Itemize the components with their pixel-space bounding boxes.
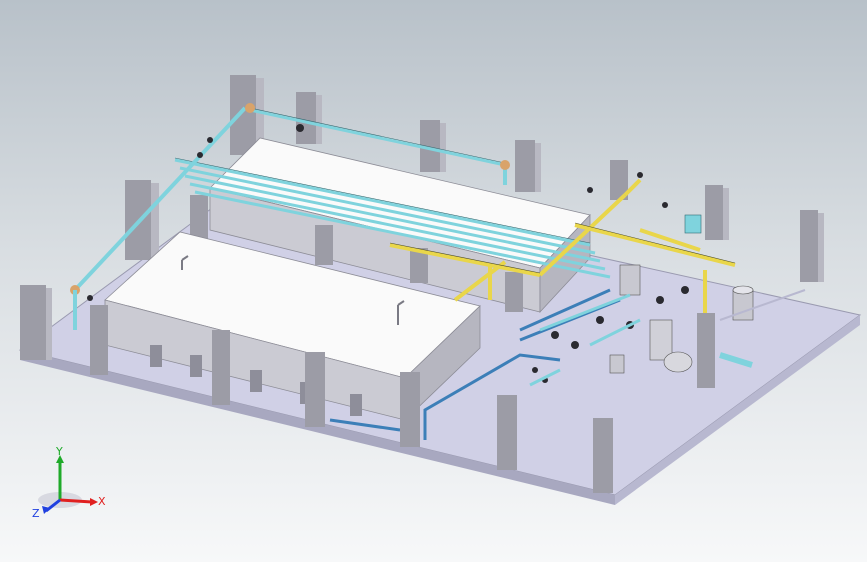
y-axis-label: Y <box>56 445 63 458</box>
x-axis-arrow <box>90 498 98 506</box>
3d-viewport[interactable]: Y X Z <box>0 0 867 562</box>
x-axis-label: X <box>98 495 106 508</box>
plant-model[interactable] <box>0 0 867 562</box>
x-axis-line <box>59 498 93 504</box>
z-axis-label: Z <box>32 507 40 520</box>
axis-triad: Y X Z <box>30 445 120 525</box>
